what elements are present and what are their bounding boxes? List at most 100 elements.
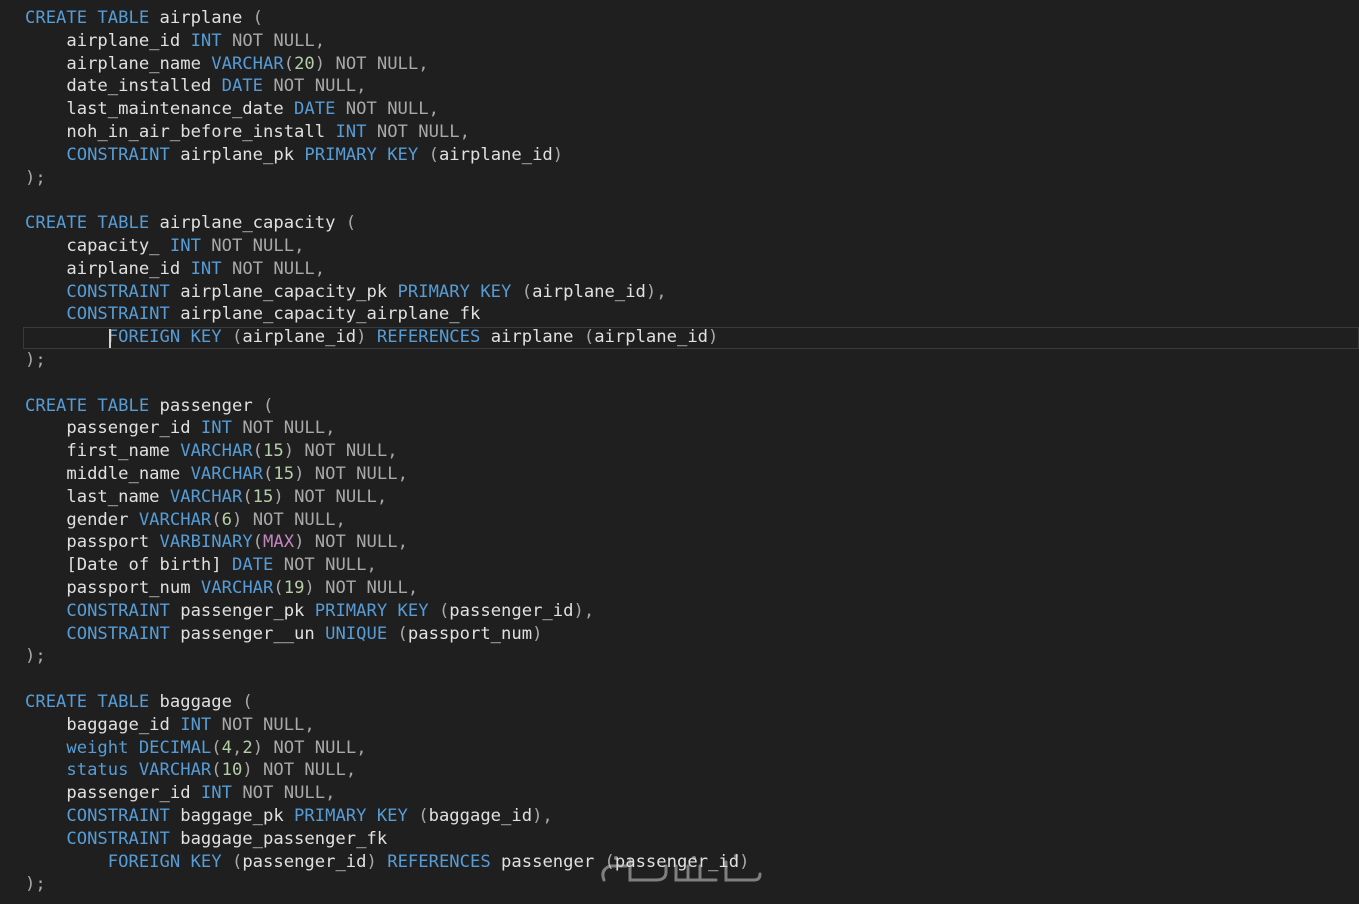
code-line[interactable]: first_name VARCHAR(15) NOT NULL, — [25, 440, 1359, 463]
code-token: passenger_id — [242, 851, 367, 872]
code-token: INT — [169, 236, 212, 256]
code-token: ( — [252, 441, 264, 462]
code-line[interactable]: gender VARCHAR(6) NOT NULL, — [25, 509, 1359, 532]
code-token: , — [231, 737, 243, 758]
code-line[interactable]: passenger_id INT NOT NULL, — [25, 782, 1359, 805]
code-token: ) — [314, 53, 336, 74]
code-token: NOT NULL, — [335, 53, 429, 74]
code-token: middle_name — [25, 464, 191, 484]
code-token: ) — [294, 532, 315, 553]
code-token: NOT NULL, — [211, 236, 305, 256]
code-token: PRIMARY KEY — [294, 806, 419, 826]
code-token: airplane_id — [25, 30, 191, 51]
code-token: PRIMARY KEY — [304, 144, 429, 165]
code-token: VARCHAR — [138, 509, 212, 530]
code-token: airplane_id — [438, 144, 553, 165]
code-line[interactable]: middle_name VARCHAR(15) NOT NULL, — [25, 463, 1359, 486]
code-token: passport — [25, 532, 160, 553]
code-token: VARCHAR — [211, 53, 284, 74]
code-token: CREATE TABLE — [25, 692, 160, 712]
code-token: NOT NULL, — [314, 464, 408, 484]
code-line[interactable]: baggage_id INT NOT NULL, — [25, 714, 1359, 737]
code-line[interactable]: CREATE TABLE airplane ( — [25, 7, 1359, 30]
code-token: ) — [273, 486, 295, 507]
code-token: passport_num — [407, 623, 533, 644]
code-token: NOT NULL, — [242, 418, 336, 439]
code-line[interactable]: CONSTRAINT passenger__un UNIQUE (passpor… — [25, 623, 1359, 646]
code-line[interactable] — [25, 189, 1359, 212]
code-line[interactable]: CONSTRAINT passenger_pk PRIMARY KEY (pas… — [25, 600, 1359, 623]
code-token: ) — [304, 578, 326, 598]
code-token: CONSTRAINT — [25, 144, 181, 165]
code-line[interactable]: capacity_ INT NOT NULL, — [25, 235, 1359, 258]
code-token: ( — [428, 144, 439, 165]
code-line[interactable]: ); — [25, 645, 1359, 668]
code-token: ( — [252, 532, 264, 553]
code-token: passport_num — [25, 578, 201, 598]
code-line[interactable]: ); — [25, 167, 1359, 190]
code-token: ( — [252, 8, 264, 28]
code-token: airplane_id — [242, 327, 357, 348]
code-editor[interactable]: CREATE TABLE airplane ( airplane_id INT … — [0, 0, 1359, 904]
code-token: NOT NULL, — [231, 258, 326, 279]
code-line[interactable]: passenger_id INT NOT NULL, — [25, 417, 1359, 440]
code-token: NOT NULL, — [283, 555, 377, 576]
code-token: baggage_pk — [180, 806, 295, 826]
code-line[interactable]: last_maintenance_date DATE NOT NULL, — [25, 98, 1359, 121]
code-line[interactable]: airplane_id INT NOT NULL, — [25, 30, 1359, 53]
code-token: CONSTRAINT — [25, 281, 181, 302]
code-token: 4 — [221, 737, 232, 758]
code-line[interactable]: CONSTRAINT airplane_pk PRIMARY KEY (airp… — [25, 144, 1359, 167]
code-token: 19 — [283, 578, 305, 598]
code-line[interactable] — [25, 668, 1359, 691]
code-token: 20 — [294, 53, 315, 74]
code-token: ), — [532, 806, 553, 826]
code-line[interactable]: airplane_name VARCHAR(20) NOT NULL, — [25, 53, 1359, 76]
code-token: ) — [283, 441, 305, 462]
code-token: INT — [200, 783, 243, 804]
code-line[interactable]: CREATE TABLE baggage ( — [25, 691, 1359, 714]
code-token: CREATE TABLE — [25, 395, 160, 416]
code-token: DATE — [231, 555, 284, 576]
code-token: NOT NULL, — [242, 783, 336, 804]
code-token: REFERENCES — [387, 851, 502, 872]
code-token: passenger — [159, 395, 264, 416]
code-token: CONSTRAINT — [25, 623, 181, 644]
code-line[interactable] — [25, 372, 1359, 395]
code-token: 6 — [221, 509, 232, 530]
code-token: ), — [573, 600, 595, 621]
code-line[interactable]: CONSTRAINT baggage_pk PRIMARY KEY (bagga… — [25, 805, 1359, 828]
code-line[interactable]: FOREIGN KEY (airplane_id) REFERENCES air… — [25, 326, 1359, 349]
code-token: INT — [200, 418, 243, 439]
code-line[interactable]: CONSTRAINT airplane_capacity_airplane_fk — [25, 303, 1359, 326]
code-token: noh_in_air_before_install — [25, 122, 336, 142]
code-token: airplane_id — [594, 327, 709, 348]
code-token: ( — [231, 851, 243, 872]
code-token: ( — [211, 737, 222, 758]
code-token: DATE — [221, 76, 274, 97]
code-token: ); — [25, 646, 46, 667]
code-line[interactable]: [Date of birth] DATE NOT NULL, — [25, 554, 1359, 577]
code-line[interactable]: CONSTRAINT baggage_passenger_fk — [25, 828, 1359, 851]
code-line[interactable]: passport VARBINARY(MAX) NOT NULL, — [25, 531, 1359, 554]
code-token: ) — [242, 760, 264, 781]
code-line[interactable]: noh_in_air_before_install INT NOT NULL, — [25, 121, 1359, 144]
code-line[interactable]: weight DECIMAL(4,2) NOT NULL, — [25, 737, 1359, 760]
code-token: ) — [366, 851, 388, 872]
code-token: airplane — [490, 327, 584, 348]
code-token: VARCHAR — [180, 441, 253, 462]
code-line[interactable]: last_name VARCHAR(15) NOT NULL, — [25, 486, 1359, 509]
code-line[interactable]: CREATE TABLE passenger ( — [25, 395, 1359, 418]
code-token: PRIMARY KEY — [397, 281, 522, 302]
code-line[interactable]: status VARCHAR(10) NOT NULL, — [25, 759, 1359, 782]
code-token: ); — [25, 167, 46, 188]
code-line[interactable]: airplane_id INT NOT NULL, — [25, 258, 1359, 281]
code-token: ( — [397, 623, 408, 644]
code-line[interactable]: date_installed DATE NOT NULL, — [25, 75, 1359, 98]
code-line[interactable]: CONSTRAINT airplane_capacity_pk PRIMARY … — [25, 281, 1359, 304]
code-line[interactable]: ); — [25, 349, 1359, 372]
code-line[interactable]: CREATE TABLE airplane_capacity ( — [25, 212, 1359, 235]
code-token: NOT NULL, — [376, 122, 470, 142]
code-line[interactable]: passport_num VARCHAR(19) NOT NULL, — [25, 577, 1359, 600]
code-token: date_installed — [25, 76, 222, 97]
